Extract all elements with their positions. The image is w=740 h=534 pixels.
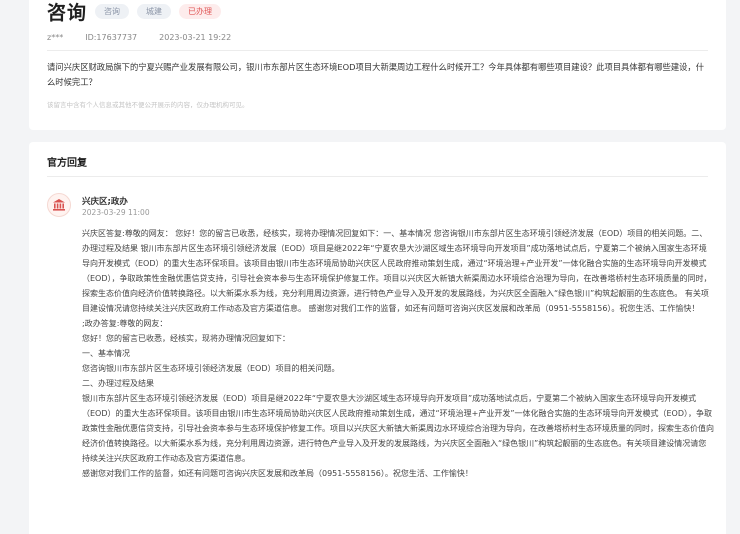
title-row: 咨询 咨询 城建 已办理 — [47, 0, 222, 25]
reply-body: 兴庆区答复:尊敬的网友： 您好！您的留言已收悉，经核实，现将办理情况回复如下：一… — [82, 226, 714, 481]
reply-section-title: 官方回复 — [47, 158, 87, 169]
tag-consult: 咨询 — [95, 4, 130, 19]
reply-department: 兴庆区;政办 — [82, 197, 128, 207]
reply-paragraph: 二、办理过程及结果 — [82, 379, 154, 388]
question-meta: z*** ID:17637737 2023-03-21 19:22 — [47, 33, 253, 42]
question-datetime: 2023-03-21 19:22 — [159, 33, 232, 42]
privacy-note: 该留言中含有个人信息或其他不便公开展示的内容，仅办理机构可见。 — [47, 101, 249, 109]
author: z*** — [47, 33, 64, 42]
question-card: 咨询 咨询 城建 已办理 z*** ID:17637737 2023-03-21… — [29, 0, 726, 130]
reply-card: 官方回复 兴庆区;政办 2023-03-29 11:00 兴庆区答复:尊敬的网友… — [29, 142, 726, 534]
question-id: ID:17637737 — [85, 33, 138, 42]
divider — [47, 176, 708, 177]
reply-paragraph: 兴庆区答复:尊敬的网友： 您好！您的留言已收悉，经核实，现将办理情况回复如下：一… — [82, 229, 712, 313]
reply-paragraph: 银川市东部片区生态环境引领经济发展（EOD）项目是继2022年“宁夏农垦大沙湖区… — [82, 394, 714, 463]
reply-paragraph: 一、基本情况 — [82, 349, 130, 358]
tag-urban: 城建 — [137, 4, 172, 19]
reply-paragraph: 您好！您的留言已收悉，经核实，现将办理情况回复如下： — [82, 334, 290, 343]
question-text: 请问兴庆区财政局旗下的宁夏兴赐产业发展有限公司，银川市东部片区生态环境EOD项目… — [47, 62, 705, 87]
government-building-icon — [47, 193, 71, 217]
reply-paragraph: 感谢您对我们工作的监督，如还有问题可咨询兴庆区发展和改革局（0951-55581… — [82, 469, 473, 478]
divider — [47, 50, 708, 51]
status-badge: 已办理 — [179, 4, 222, 19]
reply-date: 2023-03-29 11:00 — [82, 208, 150, 217]
reply-paragraph: ;政办答复:尊敬的网友： — [82, 319, 168, 328]
page-title: 咨询 — [47, 2, 88, 24]
reply-paragraph: 您咨询银川市东部片区生态环境引领经济发展（EOD）项目的相关问题。 — [82, 364, 340, 373]
